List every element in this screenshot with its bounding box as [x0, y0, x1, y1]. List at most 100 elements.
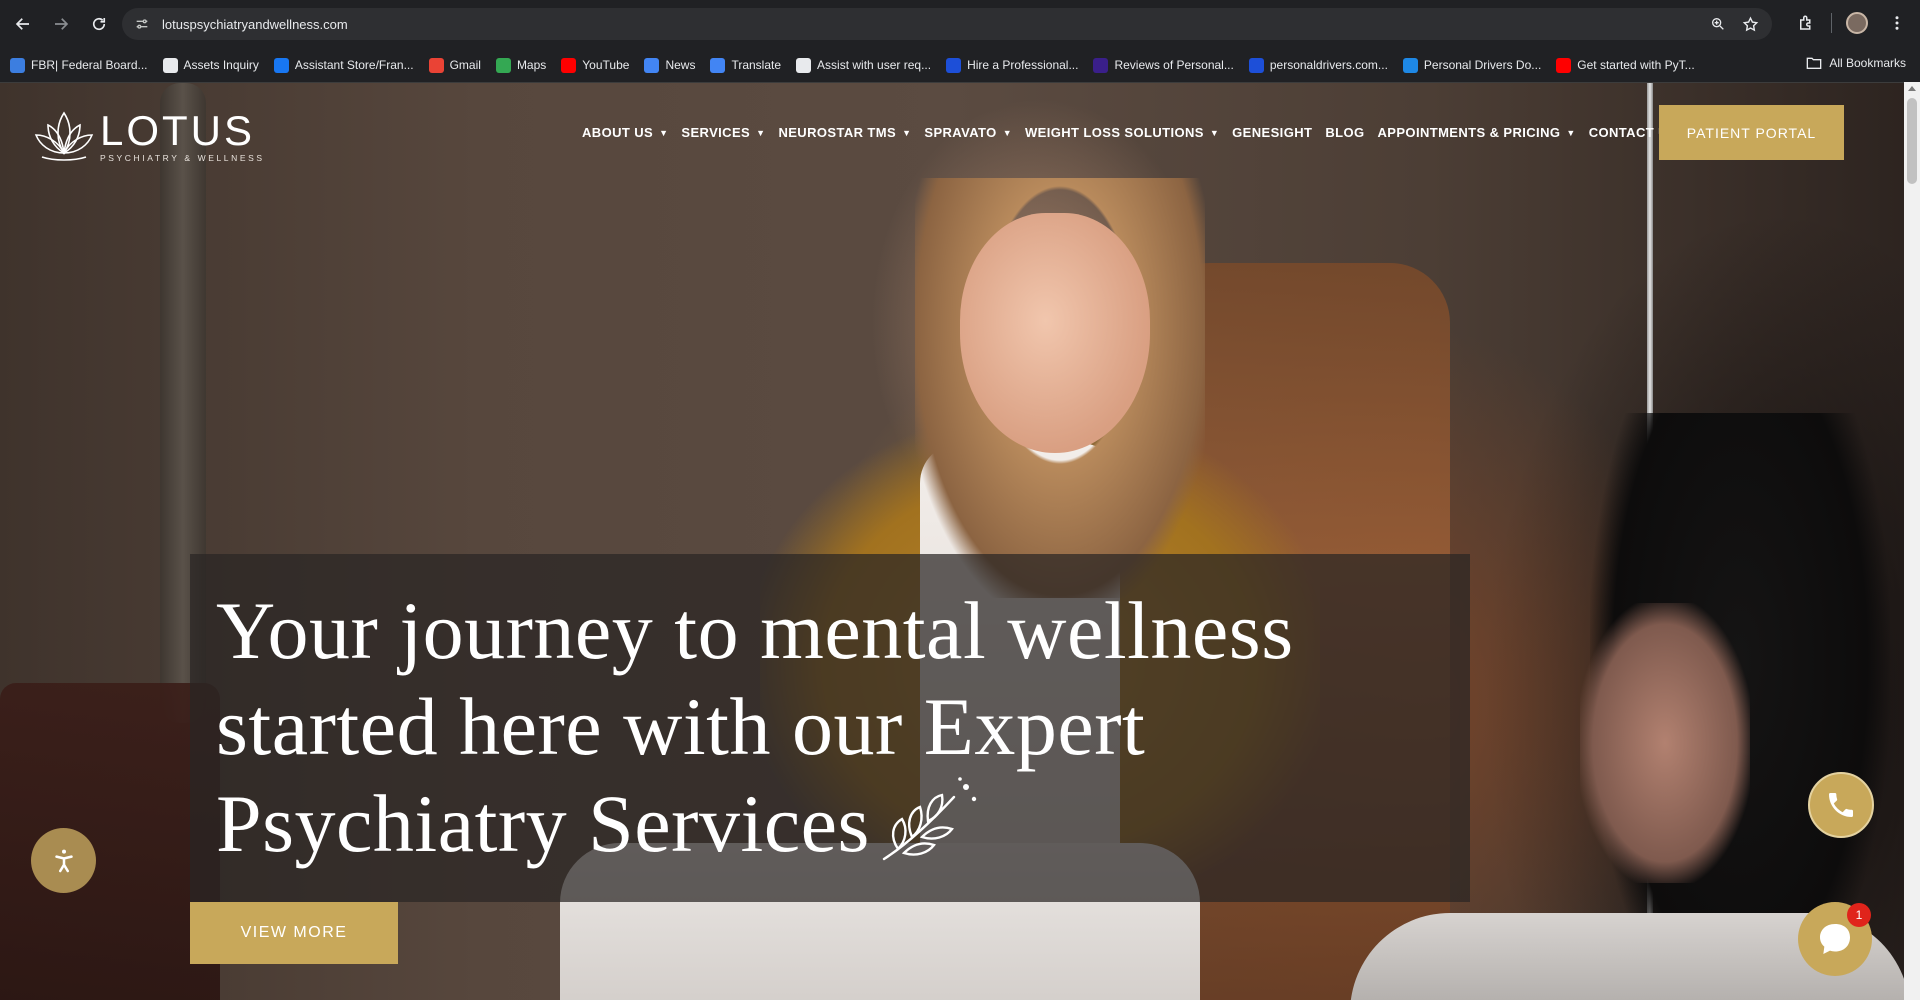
- photo-patient-cheek: [1580, 603, 1750, 883]
- bookmark-item[interactable]: Get started with PyT...: [1556, 57, 1695, 73]
- caret-down-icon: ▼: [1566, 127, 1576, 138]
- menu-item-blog[interactable]: BLOG: [1325, 125, 1364, 140]
- zoom-icon[interactable]: [1706, 12, 1730, 36]
- address-bar[interactable]: lotuspsychiatryandwellness.com: [122, 8, 1772, 40]
- patient-portal-button[interactable]: PATIENT PORTAL: [1659, 105, 1844, 160]
- menu-item-about-us[interactable]: ABOUT US ▼: [582, 125, 668, 140]
- caret-down-icon: ▼: [659, 127, 669, 138]
- toolbar-divider: [1831, 13, 1832, 33]
- chat-notification-badge: 1: [1847, 903, 1871, 927]
- bookmark-label: YouTube: [582, 58, 630, 72]
- scroll-thumb[interactable]: [1907, 98, 1917, 184]
- main-navigation: ABOUT US ▼ SERVICES ▼ NEUROSTAR TMS ▼ SPRAVATO…: [582, 125, 1690, 140]
- accessibility-button[interactable]: [31, 828, 96, 893]
- menu-item-weight-loss-solutions[interactable]: WEIGHT LOSS SOLUTIONS ▼: [1025, 125, 1219, 140]
- globe-icon: [162, 57, 178, 73]
- document-icon: [10, 57, 25, 73]
- bookmark-item[interactable]: Assistant Store/Fran...: [273, 57, 414, 73]
- menu-item-label: ABOUT US: [582, 125, 654, 140]
- menu-item-spravato[interactable]: SPRAVATO ▼: [924, 125, 1012, 140]
- bookmark-label: Assist with user req...: [817, 58, 932, 72]
- call-button[interactable]: [1808, 772, 1874, 838]
- bookmark-star-icon[interactable]: [1738, 12, 1762, 36]
- bookmark-label: Gmail: [449, 58, 481, 72]
- facebook-icon: [273, 57, 289, 73]
- bookmark-label: Translate: [731, 58, 782, 72]
- news-icon: [644, 57, 660, 73]
- maps-icon: [495, 57, 511, 73]
- bookmark-item[interactable]: Translate: [710, 57, 782, 73]
- youtube-icon: [1556, 57, 1572, 73]
- bookmark-item[interactable]: Maps: [495, 57, 547, 73]
- caret-down-icon: ▼: [1002, 127, 1012, 138]
- bookmark-label: Get started with PyT...: [1577, 58, 1695, 72]
- bookmarks-bar: FBR| Federal Board... Assets Inquiry Assis…: [0, 48, 1920, 82]
- bookmark-item[interactable]: Gmail: [428, 57, 481, 73]
- menu-item-services[interactable]: SERVICES ▼: [681, 125, 765, 140]
- bookmark-label: personaldrivers.com...: [1269, 58, 1388, 72]
- page-viewport: LOTUS PSYCHIATRY & WELLNESS ABOUT US ▼ SER…: [0, 82, 1904, 1000]
- bookmark-item[interactable]: News: [644, 57, 696, 73]
- forward-button[interactable]: [44, 7, 78, 41]
- bookmark-label: Reviews of Personal...: [1114, 58, 1234, 72]
- bookmark-item[interactable]: Reviews of Personal...: [1093, 57, 1234, 73]
- caret-down-icon: ▼: [1209, 127, 1220, 138]
- logo-tagline: PSYCHIATRY & WELLNESS: [100, 153, 265, 163]
- openai-icon: [796, 57, 812, 73]
- bookmark-label: Assistant Store/Fran...: [294, 58, 414, 72]
- bookmark-item[interactable]: personaldrivers.com...: [1248, 57, 1388, 73]
- menu-item-label: NEUROSTAR TMS: [778, 125, 897, 140]
- page-scrollbar[interactable]: [1904, 82, 1920, 1000]
- site-settings-icon[interactable]: [128, 10, 156, 38]
- bookmark-item[interactable]: YouTube: [561, 57, 630, 73]
- bookmark-item[interactable]: Hire a Professional...: [946, 57, 1078, 73]
- translate-icon: [710, 57, 726, 73]
- menu-item-appointments-pricing[interactable]: APPOINTMENTS & PRICING ▼: [1378, 125, 1576, 140]
- headline-line-3: Psychiatry Services: [216, 778, 870, 869]
- scroll-up-arrow-icon[interactable]: [1908, 86, 1916, 91]
- menu-kebab-icon[interactable]: [1882, 8, 1912, 38]
- star-icon: [1093, 57, 1109, 73]
- url-text[interactable]: lotuspsychiatryandwellness.com: [162, 17, 348, 32]
- bookmark-label: News: [665, 58, 696, 72]
- bookmark-label: Maps: [516, 58, 547, 72]
- menu-item-neurostar-tms[interactable]: NEUROSTAR TMS ▼: [778, 125, 911, 140]
- extensions-icon[interactable]: [1791, 8, 1821, 38]
- menu-item-label: SERVICES: [681, 125, 751, 140]
- reload-button[interactable]: [82, 7, 116, 41]
- menu-item-label: BLOG: [1325, 125, 1365, 140]
- globe-icon: [1248, 57, 1264, 73]
- youtube-icon: [561, 57, 577, 73]
- menu-item-label: SPRAVATO: [924, 125, 997, 140]
- gmail-icon: [428, 57, 444, 73]
- menu-item-genesight[interactable]: GENESIGHT: [1232, 125, 1312, 140]
- bookmark-item[interactable]: Assist with user req...: [796, 57, 932, 73]
- caret-down-icon: ▼: [902, 127, 912, 138]
- bookmark-item[interactable]: FBR| Federal Board...: [10, 57, 148, 73]
- chat-bubble-icon: [1820, 924, 1850, 954]
- bookmark-item[interactable]: Personal Drivers Do...: [1402, 57, 1542, 73]
- accessibility-icon: [54, 849, 73, 872]
- logo-name: LOTUS: [100, 107, 256, 154]
- headline-line-1: Your journey to mental wellness: [216, 585, 1294, 676]
- profile-button[interactable]: [1842, 8, 1872, 38]
- photo-pot: [0, 683, 220, 1000]
- bookmark-item[interactable]: Assets Inquiry: [162, 57, 259, 73]
- browser-toolbar: lotuspsychiatryandwellness.com: [0, 0, 1920, 48]
- phone-icon: [1829, 793, 1853, 817]
- avatar: [1846, 12, 1868, 34]
- bookmark-label: FBR| Federal Board...: [31, 58, 148, 72]
- bookmark-label: Personal Drivers Do...: [1423, 58, 1542, 72]
- reload-icon: [92, 17, 106, 31]
- toolbar-right: [1791, 8, 1912, 38]
- back-button[interactable]: [6, 7, 40, 41]
- headline-line-2: started here with our Expert: [216, 681, 1146, 772]
- site-logo[interactable]: LOTUS PSYCHIATRY & WELLNESS: [32, 107, 265, 167]
- all-bookmarks-button[interactable]: All Bookmarks: [1806, 56, 1906, 70]
- cloud-icon: [1402, 57, 1418, 73]
- bookmark-label: Assets Inquiry: [183, 58, 259, 72]
- menu-item-label: WEIGHT LOSS SOLUTIONS: [1025, 125, 1204, 140]
- view-more-button[interactable]: VIEW MORE: [190, 902, 398, 964]
- folder-icon: [1806, 57, 1822, 69]
- caret-down-icon: ▼: [756, 127, 766, 138]
